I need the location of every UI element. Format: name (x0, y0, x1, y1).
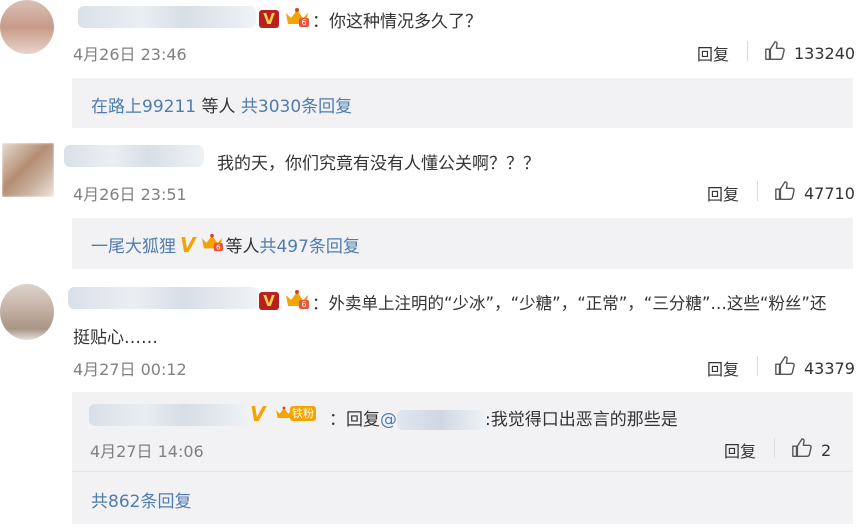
reply-count-link[interactable]: 共3030条回复 (241, 97, 352, 117)
comment-text: ：你这种情况多久了？ (312, 12, 482, 32)
mention-link[interactable]: @ (380, 410, 397, 430)
reply-count-link[interactable]: 共862条回复 (91, 487, 191, 512)
reply-count-link[interactable]: 共497条回复 (259, 232, 359, 257)
like-count: 2 (821, 440, 832, 460)
thumbs-up-icon (791, 437, 813, 463)
like-button[interactable]: 2 (791, 437, 831, 463)
mention-blurred[interactable] (397, 410, 485, 430)
like-count: 43379 (804, 358, 855, 378)
v-verified-icon: V (250, 402, 266, 426)
comment-time: 4月27日 00:12 (73, 360, 187, 379)
thumbs-up-icon (774, 355, 796, 381)
sub-reply-text: ：回复@ :我觉得口出恶言的那些是 (329, 405, 678, 430)
v-verified-icon: V (180, 232, 196, 257)
sub-reply-box: V 铁粉 ：回复@ :我觉得口出恶言的那些是 4月27日 14:06 回复 2 共… (72, 392, 853, 524)
svg-text:6: 6 (301, 18, 306, 27)
reply-button[interactable]: 回复 (707, 181, 739, 205)
comment-text-line1: ：外卖单上注明的“少冰”，“少糖”，“正常”，“三分糖”…这些“粉丝”还 (312, 294, 827, 313)
crown-fan-icon: 6 (199, 232, 225, 257)
crown-fan-icon: 铁粉 (274, 403, 316, 423)
thumbs-up-icon (764, 40, 786, 66)
divider (747, 41, 748, 61)
crown-fan-icon: 6 (283, 6, 311, 32)
reply-button[interactable]: 回复 (707, 356, 739, 380)
avatar[interactable] (0, 284, 54, 340)
like-button[interactable]: 133240 (764, 40, 855, 66)
v-verified-icon: V (259, 8, 279, 28)
svg-text:6: 6 (301, 300, 306, 309)
reply-summary-mid: 等人 (225, 237, 260, 257)
crown-fan-icon: 6 (283, 288, 311, 314)
like-button[interactable]: 43379 (774, 355, 855, 381)
comment-text: 我的天，你们究竟有没有人懂公关啊？？？ (217, 154, 540, 174)
like-count: 133240 (794, 43, 856, 63)
sub-reply-prefix: ：回复 (329, 410, 380, 430)
svg-text:6: 6 (217, 242, 222, 251)
comment-time: 4月26日 23:51 (73, 185, 187, 204)
reply-button[interactable]: 回复 (724, 438, 756, 462)
reply-summary-box: 在路上99211 等人 共3030条回复 (72, 78, 853, 128)
reply-button[interactable]: 回复 (697, 41, 729, 65)
v-verified-icon: V (259, 290, 279, 310)
divider (757, 181, 758, 201)
divider (757, 356, 758, 376)
reply-summary-mid: 等人 (196, 97, 241, 117)
reply-user-link[interactable]: 一尾大狐狸 (91, 232, 176, 257)
username-blurred[interactable] (89, 404, 247, 426)
comment-text-line2: 挺贴心…… (73, 328, 158, 348)
username-blurred[interactable] (68, 287, 258, 309)
reply-user-link[interactable]: 在路上99211 (91, 97, 196, 117)
comment-time: 4月26日 23:46 (73, 45, 187, 64)
like-count: 47710 (804, 183, 855, 203)
divider (774, 438, 775, 458)
fan-badge: 铁粉 (290, 405, 316, 421)
sub-reply-body: :我觉得口出恶言的那些是 (485, 410, 678, 430)
reply-summary-box: 一尾大狐狸 V 6 等人 共497条回复 (72, 218, 853, 269)
username-blurred[interactable] (64, 145, 204, 167)
username-blurred[interactable] (78, 6, 256, 28)
sub-reply-time: 4月27日 14:06 (90, 442, 204, 461)
thumbs-up-icon (774, 180, 796, 206)
avatar[interactable] (2, 143, 54, 197)
divider (72, 471, 853, 472)
avatar[interactable] (0, 0, 54, 54)
like-button[interactable]: 47710 (774, 180, 855, 206)
